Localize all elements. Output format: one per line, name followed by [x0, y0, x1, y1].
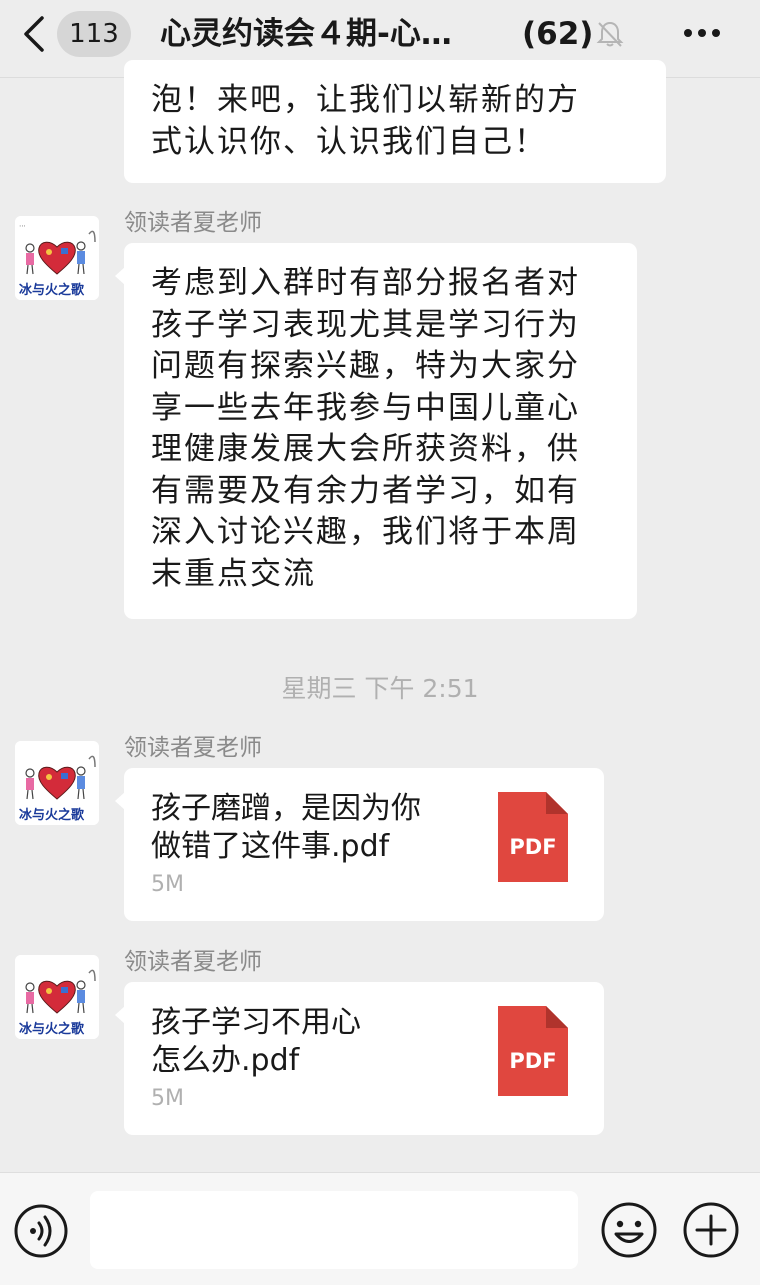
- svg-text:PDF: PDF: [509, 835, 556, 859]
- unread-count-badge[interactable]: 113: [57, 11, 131, 57]
- avatar[interactable]: 冰与火之歌: [15, 955, 99, 1039]
- file-size: 5M: [151, 1086, 184, 1111]
- more-icon[interactable]: [682, 22, 722, 44]
- svg-text:冰与火之歌: 冰与火之歌: [19, 1021, 85, 1037]
- sender-name: 领读者夏老师: [124, 210, 262, 236]
- message-bubble[interactable]: 考虑到入群时有部分报名者对 孩子学习表现尤其是学习行为 问题有探索兴趣，特为大家…: [115, 243, 637, 619]
- bubble-tail: [115, 792, 125, 810]
- avatar-image: 冰与火之歌: [15, 741, 99, 825]
- svg-text:冰与火之歌: 冰与火之歌: [19, 807, 85, 823]
- back-arrow-icon[interactable]: [20, 14, 50, 54]
- svg-text:冰与火之歌: 冰与火之歌: [19, 282, 85, 298]
- bell-muted-icon: [596, 21, 624, 47]
- avatar-image: ⋯ 冰与火之歌: [15, 216, 99, 300]
- file-name: 孩子学习不用心 怎么办.pdf: [151, 1005, 361, 1078]
- pdf-file-icon: PDF: [498, 1006, 568, 1096]
- message-text: 考虑到入群时有部分报名者对 孩子学习表现尤其是学习行为 问题有探索兴趣，特为大家…: [151, 265, 580, 592]
- chat-title[interactable]: 心灵约读会４期-心…: [160, 14, 490, 54]
- file-name: 孩子磨蹭，是因为你 做错了这件事.pdf: [151, 791, 421, 864]
- emoji-icon[interactable]: [600, 1201, 658, 1259]
- member-count: (62): [522, 16, 594, 52]
- timestamp: 星期三 下午 2:51: [281, 674, 479, 703]
- input-bar: [0, 1172, 760, 1285]
- message-input[interactable]: [90, 1191, 578, 1269]
- file-message[interactable]: 孩子学习不用心 怎么办.pdf 5M PDF: [115, 982, 604, 1135]
- pdf-file-icon: PDF: [498, 792, 568, 882]
- svg-text:⋯: ⋯: [19, 222, 26, 230]
- bubble-tail: [115, 267, 125, 285]
- bubble-tail: [115, 1006, 125, 1024]
- plus-icon[interactable]: [682, 1201, 740, 1259]
- sender-name: 领读者夏老师: [124, 949, 262, 975]
- svg-text:PDF: PDF: [509, 1049, 556, 1073]
- message-bubble[interactable]: 泡！来吧，让我们以崭新的方 式认识你、认识我们自己！: [124, 60, 666, 183]
- file-size: 5M: [151, 872, 184, 897]
- voice-icon[interactable]: [13, 1203, 69, 1259]
- sender-name: 领读者夏老师: [124, 735, 262, 761]
- message-text: 泡！来吧，让我们以崭新的方 式认识你、认识我们自己！: [151, 82, 580, 160]
- avatar-image: 冰与火之歌: [15, 955, 99, 1039]
- file-message[interactable]: 孩子磨蹭，是因为你 做错了这件事.pdf 5M PDF: [115, 768, 604, 921]
- avatar[interactable]: 冰与火之歌: [15, 741, 99, 825]
- avatar[interactable]: ⋯ 冰与火之歌: [15, 216, 99, 300]
